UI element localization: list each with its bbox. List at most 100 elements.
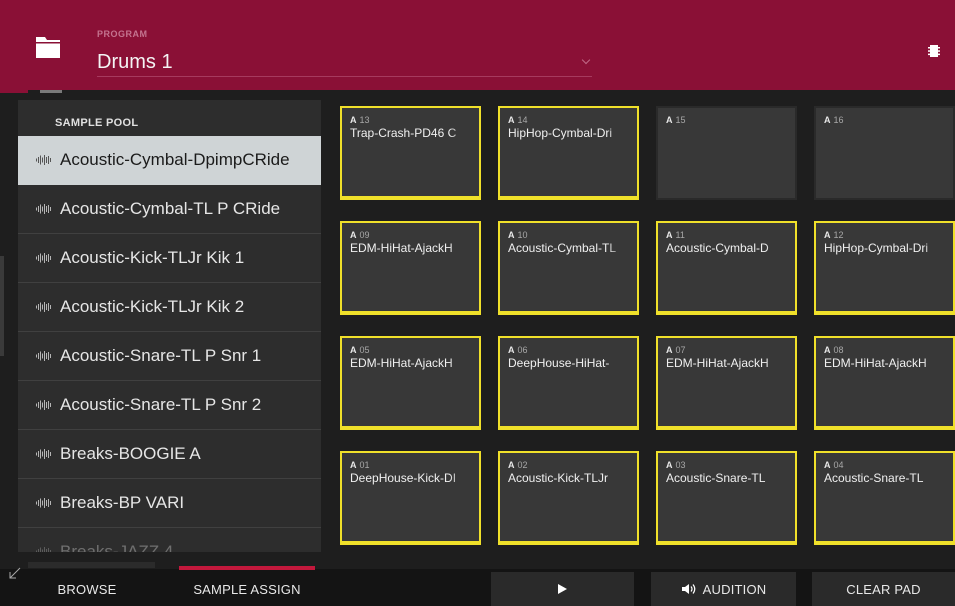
pad-number: A 02 xyxy=(508,460,528,470)
pad-a15[interactable]: A 15 xyxy=(656,106,797,200)
pad-index: 13 xyxy=(359,115,370,125)
browse-button[interactable]: BROWSE xyxy=(19,572,155,606)
pad-index: 08 xyxy=(833,345,844,355)
sample-pool-item-label: Breaks-BP VARI xyxy=(60,493,185,512)
pad-a13[interactable]: A 13 Trap-Crash-PD46 C xyxy=(340,106,481,200)
tab-indicator-active xyxy=(40,90,62,93)
pool-scrollbar[interactable] xyxy=(28,562,155,568)
waveform-icon xyxy=(36,400,51,410)
play-button[interactable] xyxy=(491,572,634,606)
pad-number: A 13 xyxy=(350,115,370,125)
pad-number: A 09 xyxy=(350,230,370,240)
pad-index: 10 xyxy=(517,230,528,240)
pad-number: A 08 xyxy=(824,345,844,355)
pad-bank-letter: A xyxy=(666,345,673,355)
pad-a09[interactable]: A 09 EDM-HiHat-AjackH xyxy=(340,221,481,315)
sample-assign-button[interactable]: SAMPLE ASSIGN xyxy=(179,572,315,606)
audition-button[interactable]: AUDITION xyxy=(651,572,796,606)
sample-pool-item[interactable]: Breaks-BP VARI xyxy=(18,479,321,528)
waveform-icon xyxy=(36,498,51,508)
pad-a12[interactable]: A 12 HipHop-Cymbal-Dri xyxy=(814,221,955,315)
pad-index: 12 xyxy=(833,230,844,240)
pad-index: 15 xyxy=(675,115,686,125)
pad-bank-letter: A xyxy=(350,230,357,240)
pad-bank-letter: A xyxy=(666,115,673,125)
waveform-icon xyxy=(36,351,51,361)
pad-bank-letter: A xyxy=(508,345,515,355)
pad-number: A 14 xyxy=(508,115,528,125)
pad-number: A 04 xyxy=(824,460,844,470)
pad-sample-name: EDM-HiHat-AjackH xyxy=(350,241,471,255)
pad-sample-name: Acoustic-Kick-TLJr xyxy=(508,471,629,485)
pad-a01[interactable]: A 01 DeepHouse-Kick-DI xyxy=(340,451,481,545)
pad-a03[interactable]: A 03 Acoustic-Snare-TL xyxy=(656,451,797,545)
sample-pool-item-label: Acoustic-Cymbal-DpimpCRide xyxy=(60,150,290,169)
pad-a07[interactable]: A 07 EDM-HiHat-AjackH xyxy=(656,336,797,430)
pad-index: 11 xyxy=(675,230,685,240)
chevron-down-icon[interactable] xyxy=(581,55,591,65)
sample-pool-item[interactable]: Acoustic-Kick-TLJr Kik 2 xyxy=(18,283,321,332)
sample-pool-item[interactable]: Breaks-JAZZ 4 xyxy=(18,528,321,552)
sample-pool-item[interactable]: Acoustic-Cymbal-TL P CRide xyxy=(18,185,321,234)
clear-pad-button[interactable]: CLEAR PAD xyxy=(812,572,955,606)
chip-icon[interactable] xyxy=(928,44,940,58)
pad-a08[interactable]: A 08 EDM-HiHat-AjackH xyxy=(814,336,955,430)
program-selector[interactable]: Drums 1 xyxy=(97,51,173,74)
waveform-icon xyxy=(36,155,51,165)
pad-sample-name: Acoustic-Snare-TL xyxy=(666,471,787,485)
pad-index: 03 xyxy=(675,460,686,470)
tab-indicator xyxy=(0,90,28,93)
sample-pool-item-label: Acoustic-Cymbal-TL P CRide xyxy=(60,199,281,218)
sample-pool-item[interactable]: Acoustic-Cymbal-DpimpCRide xyxy=(18,136,321,185)
pad-index: 06 xyxy=(517,345,528,355)
pad-bank-letter: A xyxy=(666,460,673,470)
program-header: PROGRAM Drums 1 xyxy=(0,0,955,90)
pad-a04[interactable]: A 04 Acoustic-Snare-TL xyxy=(814,451,955,545)
pad-bank-letter: A xyxy=(666,230,673,240)
sample-pool-item-label: Acoustic-Kick-TLJr Kik 2 xyxy=(60,297,245,316)
pad-sample-name: Acoustic-Cymbal-TL xyxy=(508,241,629,255)
pad-a14[interactable]: A 14 HipHop-Cymbal-Dri xyxy=(498,106,639,200)
pad-index: 01 xyxy=(359,460,370,470)
pad-sample-name: Acoustic-Snare-TL xyxy=(824,471,945,485)
pad-index: 04 xyxy=(833,460,844,470)
pad-bank-letter: A xyxy=(824,345,831,355)
pad-a05[interactable]: A 05 EDM-HiHat-AjackH xyxy=(340,336,481,430)
sample-pool-item-label: Acoustic-Snare-TL P Snr 2 xyxy=(60,395,262,414)
pad-bank-letter: A xyxy=(824,460,831,470)
sample-pool-item[interactable]: Acoustic-Snare-TL P Snr 1 xyxy=(18,332,321,381)
pad-index: 16 xyxy=(833,115,844,125)
program-selector-underline xyxy=(97,76,592,77)
pad-a06[interactable]: A 06 DeepHouse-HiHat- xyxy=(498,336,639,430)
pad-number: A 15 xyxy=(666,115,686,125)
pad-bank-letter: A xyxy=(350,115,357,125)
pad-index: 05 xyxy=(359,345,370,355)
sample-pool-title: SAMPLE POOL xyxy=(55,117,139,129)
sample-pool-item-label: Breaks-JAZZ 4 xyxy=(60,542,174,552)
sample-pool-item[interactable]: Acoustic-Snare-TL P Snr 2 xyxy=(18,381,321,430)
pad-index: 09 xyxy=(359,230,370,240)
pad-a02[interactable]: A 02 Acoustic-Kick-TLJr xyxy=(498,451,639,545)
pad-a10[interactable]: A 10 Acoustic-Cymbal-TL xyxy=(498,221,639,315)
pad-a16[interactable]: A 16 xyxy=(814,106,955,200)
pad-bank-letter: A xyxy=(508,460,515,470)
program-label: PROGRAM xyxy=(97,29,148,39)
sample-pool-item[interactable]: Acoustic-Kick-TLJr Kik 1 xyxy=(18,234,321,283)
waveform-icon xyxy=(36,253,51,263)
pad-number: A 01 xyxy=(350,460,370,470)
pad-sample-name: DeepHouse-HiHat- xyxy=(508,356,629,370)
audition-label: AUDITION xyxy=(702,581,767,597)
sample-pool-item[interactable]: Breaks-BOOGIE A xyxy=(18,430,321,479)
pad-sample-name: EDM-HiHat-AjackH xyxy=(824,356,945,370)
sample-pool-item-label: Acoustic-Kick-TLJr Kik 1 xyxy=(60,248,245,267)
pad-number: A 05 xyxy=(350,345,370,355)
pad-sample-name: HipHop-Cymbal-Dri xyxy=(824,241,945,255)
folder-icon[interactable] xyxy=(34,33,62,61)
pad-bank-letter: A xyxy=(824,230,831,240)
pad-number: A 06 xyxy=(508,345,528,355)
pad-bank-letter: A xyxy=(824,115,831,125)
pad-bank-letter: A xyxy=(508,115,515,125)
pad-sample-name: EDM-HiHat-AjackH xyxy=(666,356,787,370)
pad-number: A 12 xyxy=(824,230,844,240)
pad-a11[interactable]: A 11 Acoustic-Cymbal-D xyxy=(656,221,797,315)
